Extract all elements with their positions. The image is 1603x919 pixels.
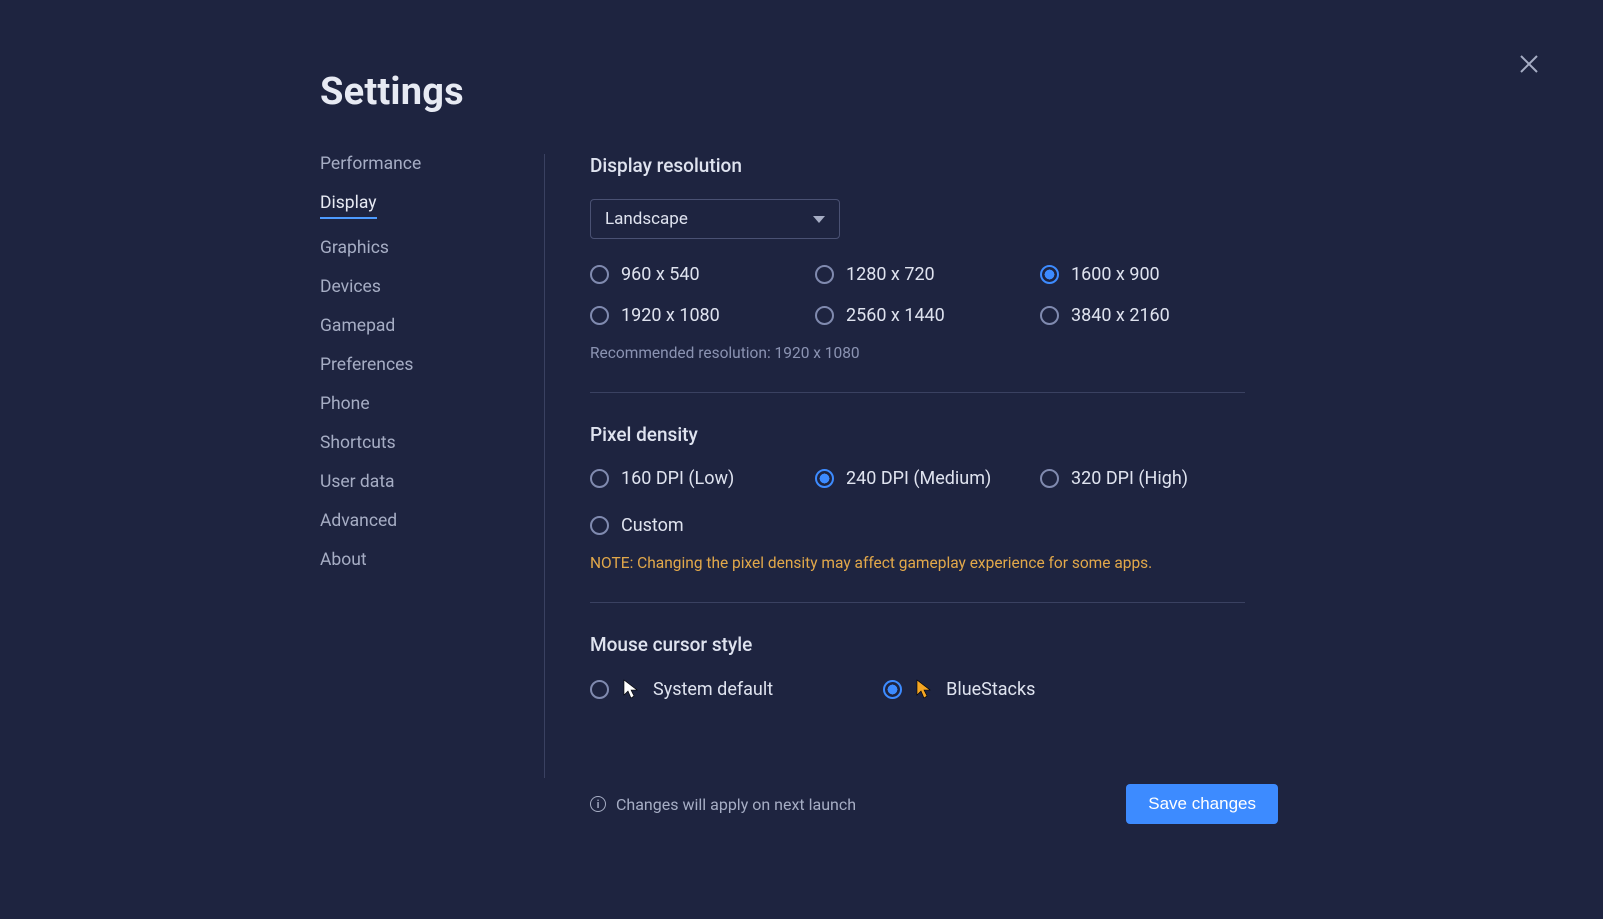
recommended-resolution-hint: Recommended resolution: 1920 x 1080 <box>590 344 1245 362</box>
section-resolution: Display resolution Landscape 960 x 540 12… <box>590 154 1245 393</box>
radio-label: System default <box>653 679 773 700</box>
radio-indicator <box>590 306 609 325</box>
orientation-select[interactable]: Landscape <box>590 199 840 239</box>
radio-option[interactable]: 320 DPI (High) <box>1040 468 1245 489</box>
section-title-resolution: Display resolution <box>590 154 1245 177</box>
radio-label: 240 DPI (Medium) <box>846 468 991 489</box>
radio-indicator <box>590 265 609 284</box>
radio-label: 960 x 540 <box>621 264 700 285</box>
sidebar: Performance Display Graphics Devices Gamepad… <box>320 154 545 778</box>
sidebar-item-shortcuts[interactable]: Shortcuts <box>320 433 396 453</box>
radio-label: 1920 x 1080 <box>621 305 720 326</box>
sidebar-item-graphics[interactable]: Graphics <box>320 238 389 258</box>
density-note: NOTE: Changing the pixel density may aff… <box>590 554 1245 572</box>
radio-indicator <box>883 680 902 699</box>
section-density: Pixel density 160 DPI (Low) 240 DPI (Medi… <box>590 423 1245 603</box>
radio-label: 160 DPI (Low) <box>621 468 734 489</box>
page-title: Settings <box>320 70 1603 114</box>
close-button[interactable] <box>1515 50 1543 78</box>
radio-indicator <box>590 680 609 699</box>
sidebar-item-performance[interactable]: Performance <box>320 154 421 174</box>
chevron-down-icon <box>813 216 825 223</box>
radio-option[interactable]: 1280 x 720 <box>815 264 1020 285</box>
footer: i Changes will apply on next launch Save… <box>590 784 1278 824</box>
footer-notice: Changes will apply on next launch <box>616 795 856 814</box>
radio-indicator <box>1040 306 1059 325</box>
radio-option[interactable]: 1600 x 900 <box>1040 264 1245 285</box>
radio-indicator <box>590 516 609 535</box>
radio-indicator <box>815 265 834 284</box>
section-title-density: Pixel density <box>590 423 1245 446</box>
sidebar-item-gamepad[interactable]: Gamepad <box>320 316 395 336</box>
cursor-orange-icon <box>914 678 934 700</box>
radio-option[interactable]: 240 DPI (Medium) <box>815 468 1020 489</box>
sidebar-item-advanced[interactable]: Advanced <box>320 511 397 531</box>
radio-label: 3840 x 2160 <box>1071 305 1170 326</box>
radio-option[interactable]: BlueStacks <box>883 678 1035 700</box>
content-panel: Display resolution Landscape 960 x 540 12… <box>545 154 1285 778</box>
radio-option[interactable]: 2560 x 1440 <box>815 305 1020 326</box>
cursor-white-icon <box>621 678 641 700</box>
radio-label: Custom <box>621 515 684 536</box>
radio-option[interactable]: 1920 x 1080 <box>590 305 795 326</box>
radio-indicator <box>1040 469 1059 488</box>
radio-indicator <box>815 469 834 488</box>
radio-label: 1280 x 720 <box>846 264 935 285</box>
radio-option[interactable]: 3840 x 2160 <box>1040 305 1245 326</box>
section-title-cursor: Mouse cursor style <box>590 633 1245 656</box>
sidebar-item-user-data[interactable]: User data <box>320 472 395 492</box>
orientation-selected-value: Landscape <box>605 209 688 229</box>
save-button[interactable]: Save changes <box>1126 784 1278 824</box>
radio-indicator <box>815 306 834 325</box>
close-icon <box>1518 53 1540 75</box>
radio-option[interactable]: 160 DPI (Low) <box>590 468 795 489</box>
radio-option[interactable]: Custom <box>590 515 795 536</box>
info-icon: i <box>590 796 606 812</box>
radio-label: BlueStacks <box>946 679 1035 700</box>
radio-indicator <box>1040 265 1059 284</box>
sidebar-item-about[interactable]: About <box>320 550 367 570</box>
section-cursor: Mouse cursor style System default BlueSta… <box>590 633 1245 748</box>
sidebar-item-phone[interactable]: Phone <box>320 394 370 414</box>
sidebar-item-display[interactable]: Display <box>320 193 377 219</box>
sidebar-item-devices[interactable]: Devices <box>320 277 381 297</box>
radio-indicator <box>590 469 609 488</box>
radio-label: 2560 x 1440 <box>846 305 945 326</box>
sidebar-item-preferences[interactable]: Preferences <box>320 355 413 375</box>
radio-option[interactable]: System default <box>590 678 773 700</box>
settings-modal: Settings Performance Display Graphics Devic… <box>0 0 1603 919</box>
radio-label: 320 DPI (High) <box>1071 468 1188 489</box>
radio-option[interactable]: 960 x 540 <box>590 264 795 285</box>
radio-label: 1600 x 900 <box>1071 264 1160 285</box>
